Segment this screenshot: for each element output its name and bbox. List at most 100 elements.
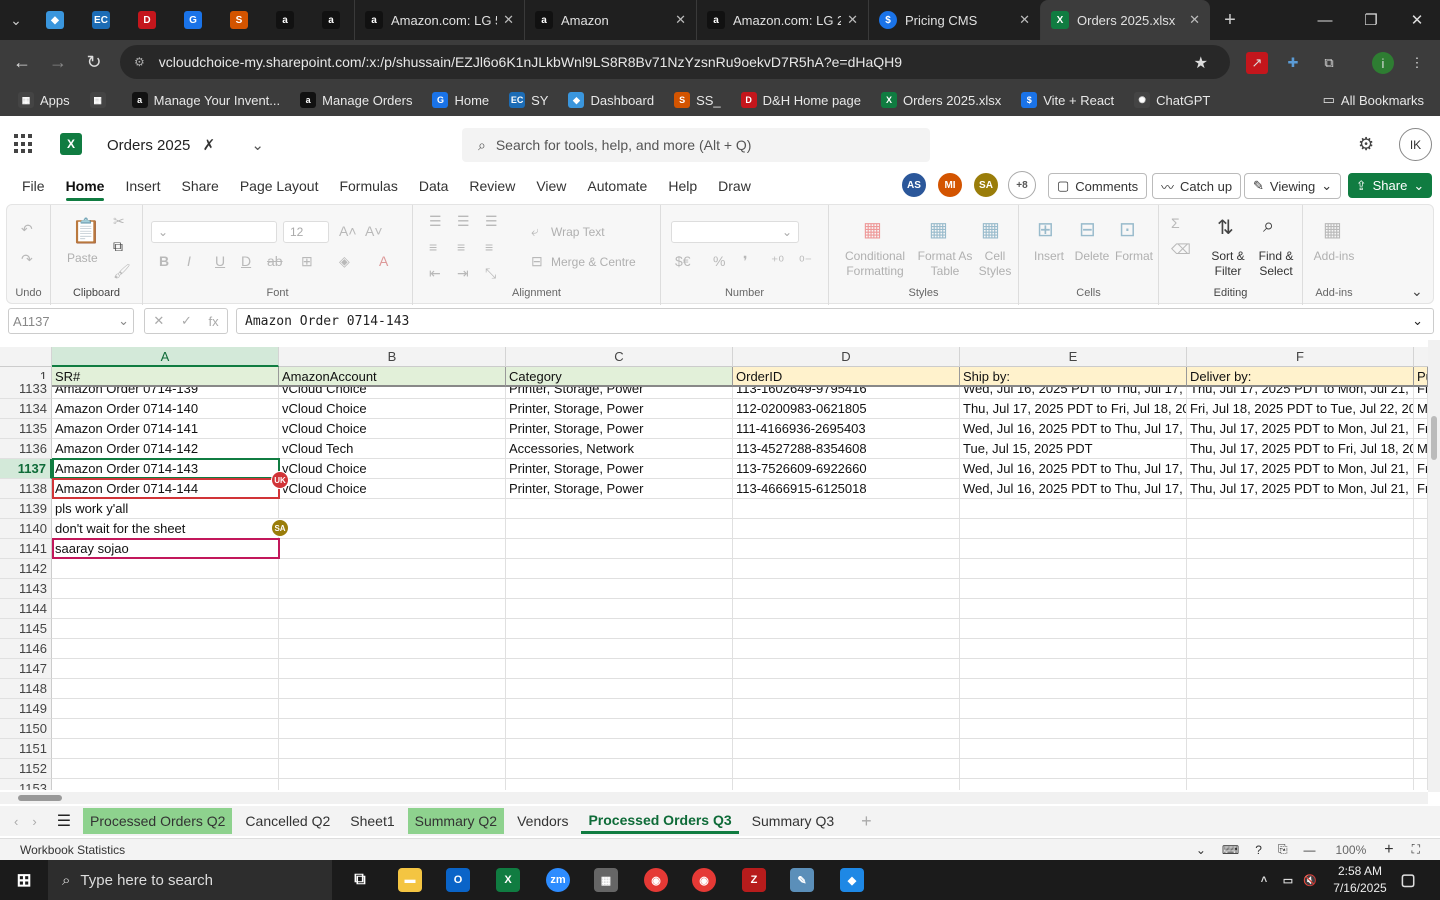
calculator-icon[interactable]: ▦ [594,868,618,892]
tray-chevron-icon[interactable]: ˄ [1252,868,1276,892]
align-left-icon[interactable]: ≡ [429,239,437,255]
cell[interactable] [1414,599,1428,619]
cell[interactable] [52,659,279,679]
browser-tab[interactable]: a Amazon ✕ [524,0,696,40]
cell[interactable]: Ship by: [960,367,1187,387]
zoom-level[interactable]: 100% [1336,843,1367,857]
bookmark-star-icon[interactable]: ★ [1194,53,1208,73]
cell[interactable] [506,499,733,519]
conditional-formatting-button[interactable]: Conditional Formatting [835,249,915,279]
bookmark-item[interactable]: a Manage Orders [300,92,412,108]
browser-tab[interactable]: $ Pricing CMS ✕ [868,0,1040,40]
tab-search-chevron-icon[interactable]: ⌄ [0,0,32,40]
row-header[interactable]: 1153 [0,779,52,790]
filezilla-icon[interactable]: Z [742,868,766,892]
forward-arrow-icon[interactable]: → [40,40,76,84]
cell[interactable]: OrderID [733,367,960,387]
taskbar-search[interactable]: ⌕ Type here to search [48,860,332,900]
cell[interactable]: 113-4666915-6125018 [733,479,960,499]
cell[interactable] [1414,699,1428,719]
cell[interactable] [960,739,1187,759]
search-box[interactable]: ⌕ Search for tools, help, and more (Alt … [462,128,930,162]
network-icon[interactable]: ▭ [1276,868,1300,892]
cell[interactable] [733,719,960,739]
cell[interactable] [506,779,733,790]
cell[interactable] [279,659,506,679]
cell[interactable]: vCloud Choice [279,419,506,439]
cell[interactable]: Amazon Order 0714-143 [52,459,279,479]
format-cells-icon[interactable]: ⊡ [1119,217,1136,242]
clear-icon[interactable]: ⌫ [1171,241,1191,258]
decrease-decimal-icon[interactable]: ⁰⁻ [799,253,812,270]
find-select-button[interactable]: Find & Select [1253,249,1299,279]
cell[interactable] [733,679,960,699]
cell[interactable]: SR# [52,367,279,387]
viewing-mode-button[interactable]: ✎ Viewing ⌄ [1244,173,1342,199]
format-painter-icon[interactable]: 🖌 [113,263,131,280]
cell[interactable] [733,499,960,519]
cell[interactable] [733,539,960,559]
row-header[interactable]: 1149 [0,699,52,719]
cell[interactable]: Thu, Jul 17, 2025 PDT to Mon, Jul 21, 2 [1187,459,1414,479]
vscroll-thumb[interactable] [1431,416,1437,460]
cell[interactable] [1414,579,1428,599]
ribbon-tab-page-layout[interactable]: Page Layout [240,178,319,194]
cell[interactable] [279,719,506,739]
find-select-icon[interactable]: ⌕ [1263,215,1274,238]
cell[interactable] [960,759,1187,779]
align-middle-icon[interactable]: ☰ [457,213,470,230]
font-size-select[interactable]: 12 [283,221,329,243]
cell[interactable] [506,739,733,759]
close-window-icon[interactable]: ✕ [1394,0,1440,40]
cell[interactable] [960,559,1187,579]
notepad-icon[interactable]: ✎ [790,868,814,892]
cell[interactable] [733,599,960,619]
cell[interactable]: pls work y'all [52,499,279,519]
cell[interactable] [1187,619,1414,639]
cell[interactable]: saaray sojao [52,539,279,559]
italic-icon[interactable]: I [187,253,191,269]
chrome-icon[interactable]: ◉ [644,868,668,892]
column-header-c[interactable]: C [506,347,733,367]
new-tab-plus-icon[interactable]: + [1210,0,1250,40]
row-header[interactable]: 1141 [0,539,52,559]
ribbon-tab-file[interactable]: File [22,178,45,194]
outlook-icon[interactable]: O [446,868,470,892]
function-fx-icon[interactable]: fx [209,314,219,329]
currency-icon[interactable]: $€ [675,253,691,269]
paste-icon[interactable]: 📋 [71,217,101,246]
row-header[interactable]: 1151 [0,739,52,759]
cell[interactable] [733,779,960,790]
row-header[interactable]: 1146 [0,639,52,659]
paste-label[interactable]: Paste [67,251,98,266]
bookmark-item[interactable]: ▦ Apps [18,92,70,108]
merge-centre-button[interactable]: Merge & Centre [551,255,661,270]
cell[interactable] [733,759,960,779]
strikethrough-icon[interactable]: ab [267,253,283,269]
cell[interactable] [506,519,733,539]
cell[interactable] [506,679,733,699]
cell[interactable] [1187,779,1414,790]
cell[interactable] [1414,739,1428,759]
underline-icon[interactable]: U [215,253,225,269]
cell[interactable] [733,619,960,639]
ribbon-tab-review[interactable]: Review [469,178,515,194]
ribbon-tab-home[interactable]: Home [65,178,104,201]
formula-expand-chevron-icon[interactable]: ⌄ [1412,313,1423,329]
insert-cells-button[interactable]: Insert [1029,249,1069,264]
align-right-icon[interactable]: ≡ [485,239,493,255]
cell[interactable]: Amazon Order 0714-142 [52,439,279,459]
name-box[interactable]: A1137 ⌄ [8,308,134,334]
cell[interactable] [960,519,1187,539]
cell[interactable] [279,499,506,519]
bookmark-item[interactable]: EC SY [509,92,548,108]
conditional-formatting-icon[interactable]: ▦ [863,217,882,242]
cell[interactable] [1187,579,1414,599]
share-button[interactable]: ⇪ Share ⌄ [1348,173,1432,198]
cell[interactable] [1414,539,1428,559]
add-sheet-plus-icon[interactable]: + [861,811,872,832]
cell[interactable]: 113-4527288-8354608 [733,439,960,459]
profile-avatar[interactable]: i [1372,52,1394,74]
cell[interactable]: Thu, Jul 17, 2025 PDT to Mon, Jul 21, 2 [1187,419,1414,439]
cell[interactable]: M [1414,399,1428,419]
